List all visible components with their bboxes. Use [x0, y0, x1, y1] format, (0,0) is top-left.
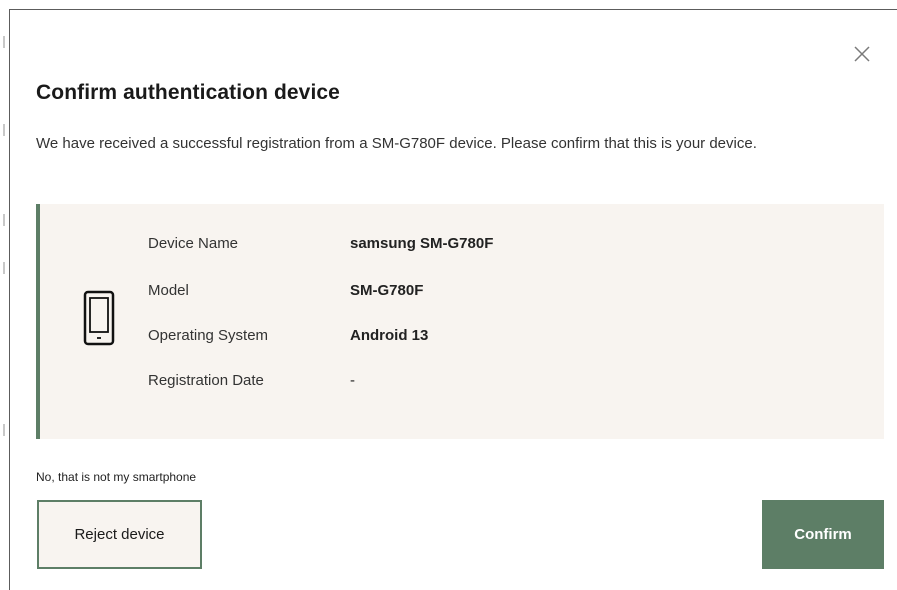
registration-date-value: - [350, 372, 355, 389]
gutter-mark [3, 36, 5, 48]
device-name-label: Device Name [148, 235, 239, 252]
reject-device-button[interactable]: Reject device [37, 500, 202, 569]
gutter-mark [3, 124, 5, 136]
confirm-button[interactable]: Confirm [762, 500, 884, 569]
dialog-description: We have received a successful registrati… [36, 135, 757, 152]
model-value: SM-G780F [350, 282, 424, 299]
dialog-left-border [9, 9, 10, 590]
smartphone-icon [80, 288, 118, 348]
model-label: Model [148, 282, 189, 299]
gutter-mark [3, 262, 5, 274]
device-info-card: Device Name samsung SM-G780F Model SM-G7… [36, 204, 884, 439]
dialog: Confirm authentication device We have re… [0, 0, 897, 590]
operating-system-value: Android 13 [350, 327, 429, 344]
not-my-smartphone-text: No, that is not my smartphone [36, 470, 197, 484]
close-icon [854, 46, 870, 62]
gutter-mark [3, 424, 5, 436]
dialog-title: Confirm authentication device [36, 81, 340, 104]
gutter-mark [3, 214, 5, 226]
background-gutter [0, 0, 9, 590]
dialog-top-border [9, 9, 897, 10]
close-button[interactable] [852, 44, 872, 64]
operating-system-label: Operating System [148, 327, 269, 344]
device-name-value: samsung SM-G780F [350, 235, 494, 252]
registration-date-label: Registration Date [148, 372, 264, 389]
